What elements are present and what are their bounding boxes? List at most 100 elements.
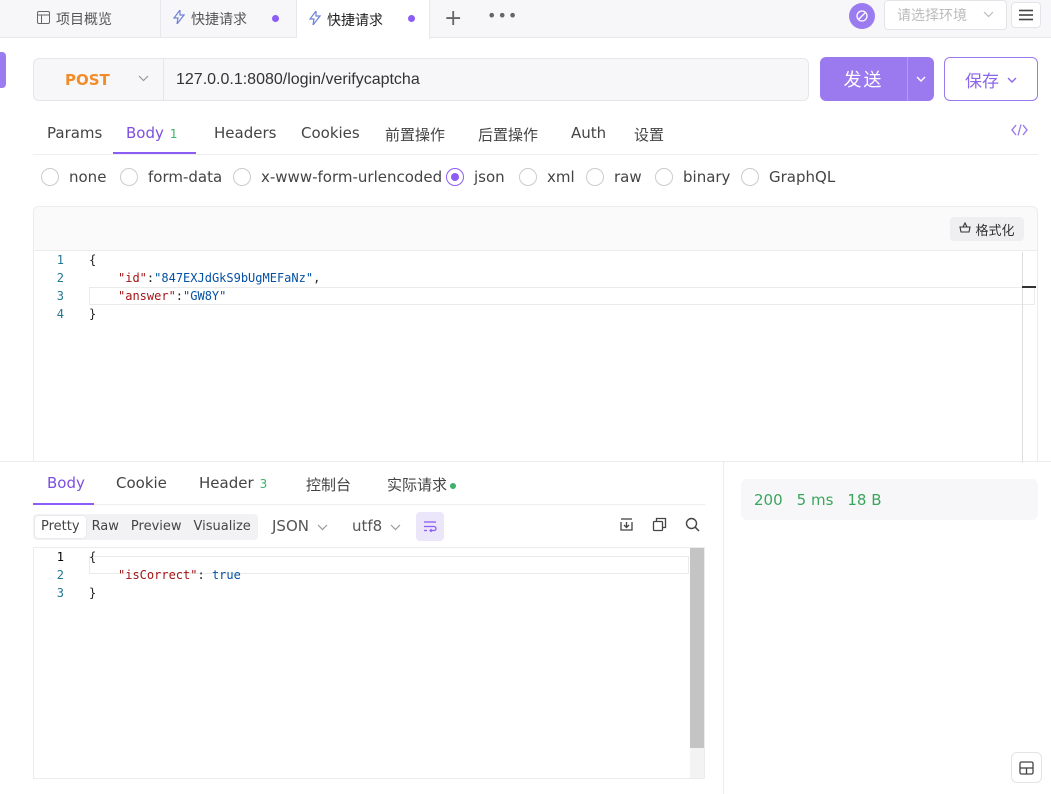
tab-quick-request-2[interactable]: 快捷请求 [297,0,430,39]
send-button[interactable]: 发送 [820,57,907,101]
tab-post-script[interactable]: 后置操作 [478,124,538,145]
status-dot [450,482,457,489]
radio-label: GraphQL [769,168,836,186]
response-size: 18 B [847,490,882,509]
tab-auth[interactable]: Auth [571,124,606,142]
response-tabs: Body Cookie Header 3 控制台 实际请求 [33,462,705,505]
line-number: 1 [56,550,64,564]
radio-label: binary [683,168,731,186]
sidebar-toggle-handle[interactable] [0,52,6,88]
line-number: 3 [56,289,64,303]
radio-graphql[interactable]: GraphQL [741,168,835,186]
code-line: 2 "isCorrect": true [34,566,1024,584]
radio-label: none [69,168,107,186]
tab-label: Body [47,474,85,492]
panel-divider-vertical[interactable] [723,462,724,794]
view-mode-pretty[interactable]: Pretty [35,516,86,538]
add-tab-icon[interactable]: + [444,6,462,31]
radio-xml[interactable]: xml [519,168,575,186]
status-code: 200 [754,490,783,509]
tab-response-header[interactable]: Header 3 [199,474,267,492]
response-body-viewer[interactable]: 1 { 2 "isCorrect": true 3 } [33,547,705,779]
count-badge: 3 [259,477,268,491]
request-body-editor[interactable]: 格式化 1 { 2 "id":"847EXJdGkS9bUgMEFaNz", 3… [33,206,1038,463]
more-icon[interactable]: ••• [487,6,518,25]
tab-quick-request-1[interactable]: 快捷请求 [161,0,297,38]
menu-icon[interactable] [1011,2,1041,28]
code-line: 2 "id":"847EXJdGkS9bUgMEFaNz", [34,269,1024,287]
tab-label: Body [126,124,164,142]
radio-circle [233,168,251,186]
json-comma: , [313,271,321,285]
code-icon[interactable] [1011,124,1028,140]
layout-toggle-icon[interactable] [1011,752,1042,783]
code-text: } [89,307,97,321]
tab-params[interactable]: Params [47,124,102,142]
code-line: 3 "answer":"GW8Y" [34,287,1024,305]
lightning-icon [308,8,322,29]
download-icon[interactable] [619,517,634,536]
editor-toolbar: 格式化 [34,207,1037,251]
active-tab-indicator [113,152,196,154]
tab-label: Cookies [301,124,360,142]
tab-label: 实际请求 [387,476,448,494]
wrap-lines-icon[interactable] [416,512,444,541]
url-input[interactable]: 127.0.0.1:8080/login/verifycaptcha [176,59,796,100]
tab-response-cookie[interactable]: Cookie [116,474,167,492]
code-line: 1 { [34,548,1024,566]
method-label: POST [65,70,110,89]
send-options-button[interactable] [907,57,934,101]
json-key: "isCorrect" [118,568,198,582]
tab-headers[interactable]: Headers [214,124,276,142]
tab-label: 快捷请求 [191,12,247,28]
env-sync-icon[interactable] [849,3,875,29]
copy-icon[interactable] [652,517,667,536]
radio-circle [519,168,537,186]
environment-select[interactable]: 请选择环境 [884,0,1007,30]
encoding-dropdown[interactable]: utf8 [352,517,401,535]
format-dropdown[interactable]: JSON [272,517,328,535]
send-label: 发送 [843,70,884,91]
format-button[interactable]: 格式化 [950,217,1024,241]
radio-form-data[interactable]: form-data [120,168,222,186]
line-number: 3 [56,586,64,600]
save-label: 保存 [965,71,999,92]
method-select[interactable]: POST [34,59,164,100]
radio-json[interactable]: json [446,168,505,186]
tab-console[interactable]: 控制台 [306,474,351,495]
editor-scrollbar[interactable] [1022,252,1023,463]
tab-settings[interactable]: 设置 [634,124,664,145]
search-icon[interactable] [685,517,700,536]
radio-circle [586,168,604,186]
save-button[interactable]: 保存 [944,57,1038,101]
radio-binary[interactable]: binary [655,168,730,186]
tab-cookies[interactable]: Cookies [301,124,360,142]
view-mode-segmented: Pretty Raw Preview Visualize [33,514,258,540]
tab-bar: 项目概览 快捷请求 快捷请求 + ••• 请选择环境 [0,0,1051,39]
overview-ruler-mark [1022,286,1036,288]
chevron-down-icon [390,521,401,534]
tab-actual-request[interactable]: 实际请求 [387,474,457,495]
radio-circle [741,168,759,186]
tab-label: Auth [571,124,607,142]
tab-project-overview[interactable]: 项目概览 [0,0,161,38]
code-text: { [89,550,97,564]
view-mode-raw[interactable]: Raw [86,516,125,538]
tab-label: 前置操作 [385,126,446,144]
radio-circle [446,168,464,186]
tab-pre-script[interactable]: 前置操作 [385,124,445,145]
json-value: "847EXJdGkS9bUgMEFaNz" [154,271,314,285]
json-key: "id" [118,271,147,285]
view-mode-preview[interactable]: Preview [125,516,188,538]
radio-none[interactable]: none [41,168,106,186]
radio-circle [120,168,138,186]
view-mode-visualize[interactable]: Visualize [188,516,257,538]
response-status-bar: 200 5 ms 18 B [741,479,1038,520]
format-label: 格式化 [975,223,1015,239]
radio-x-www-form-urlencoded[interactable]: x-www-form-urlencoded [233,168,442,186]
scrollbar-thumb[interactable] [690,548,704,748]
tab-response-body[interactable]: Body [47,474,85,492]
active-tab-indicator [33,503,94,505]
radio-raw[interactable]: raw [586,168,642,186]
tab-body[interactable]: Body 1 [126,124,178,142]
